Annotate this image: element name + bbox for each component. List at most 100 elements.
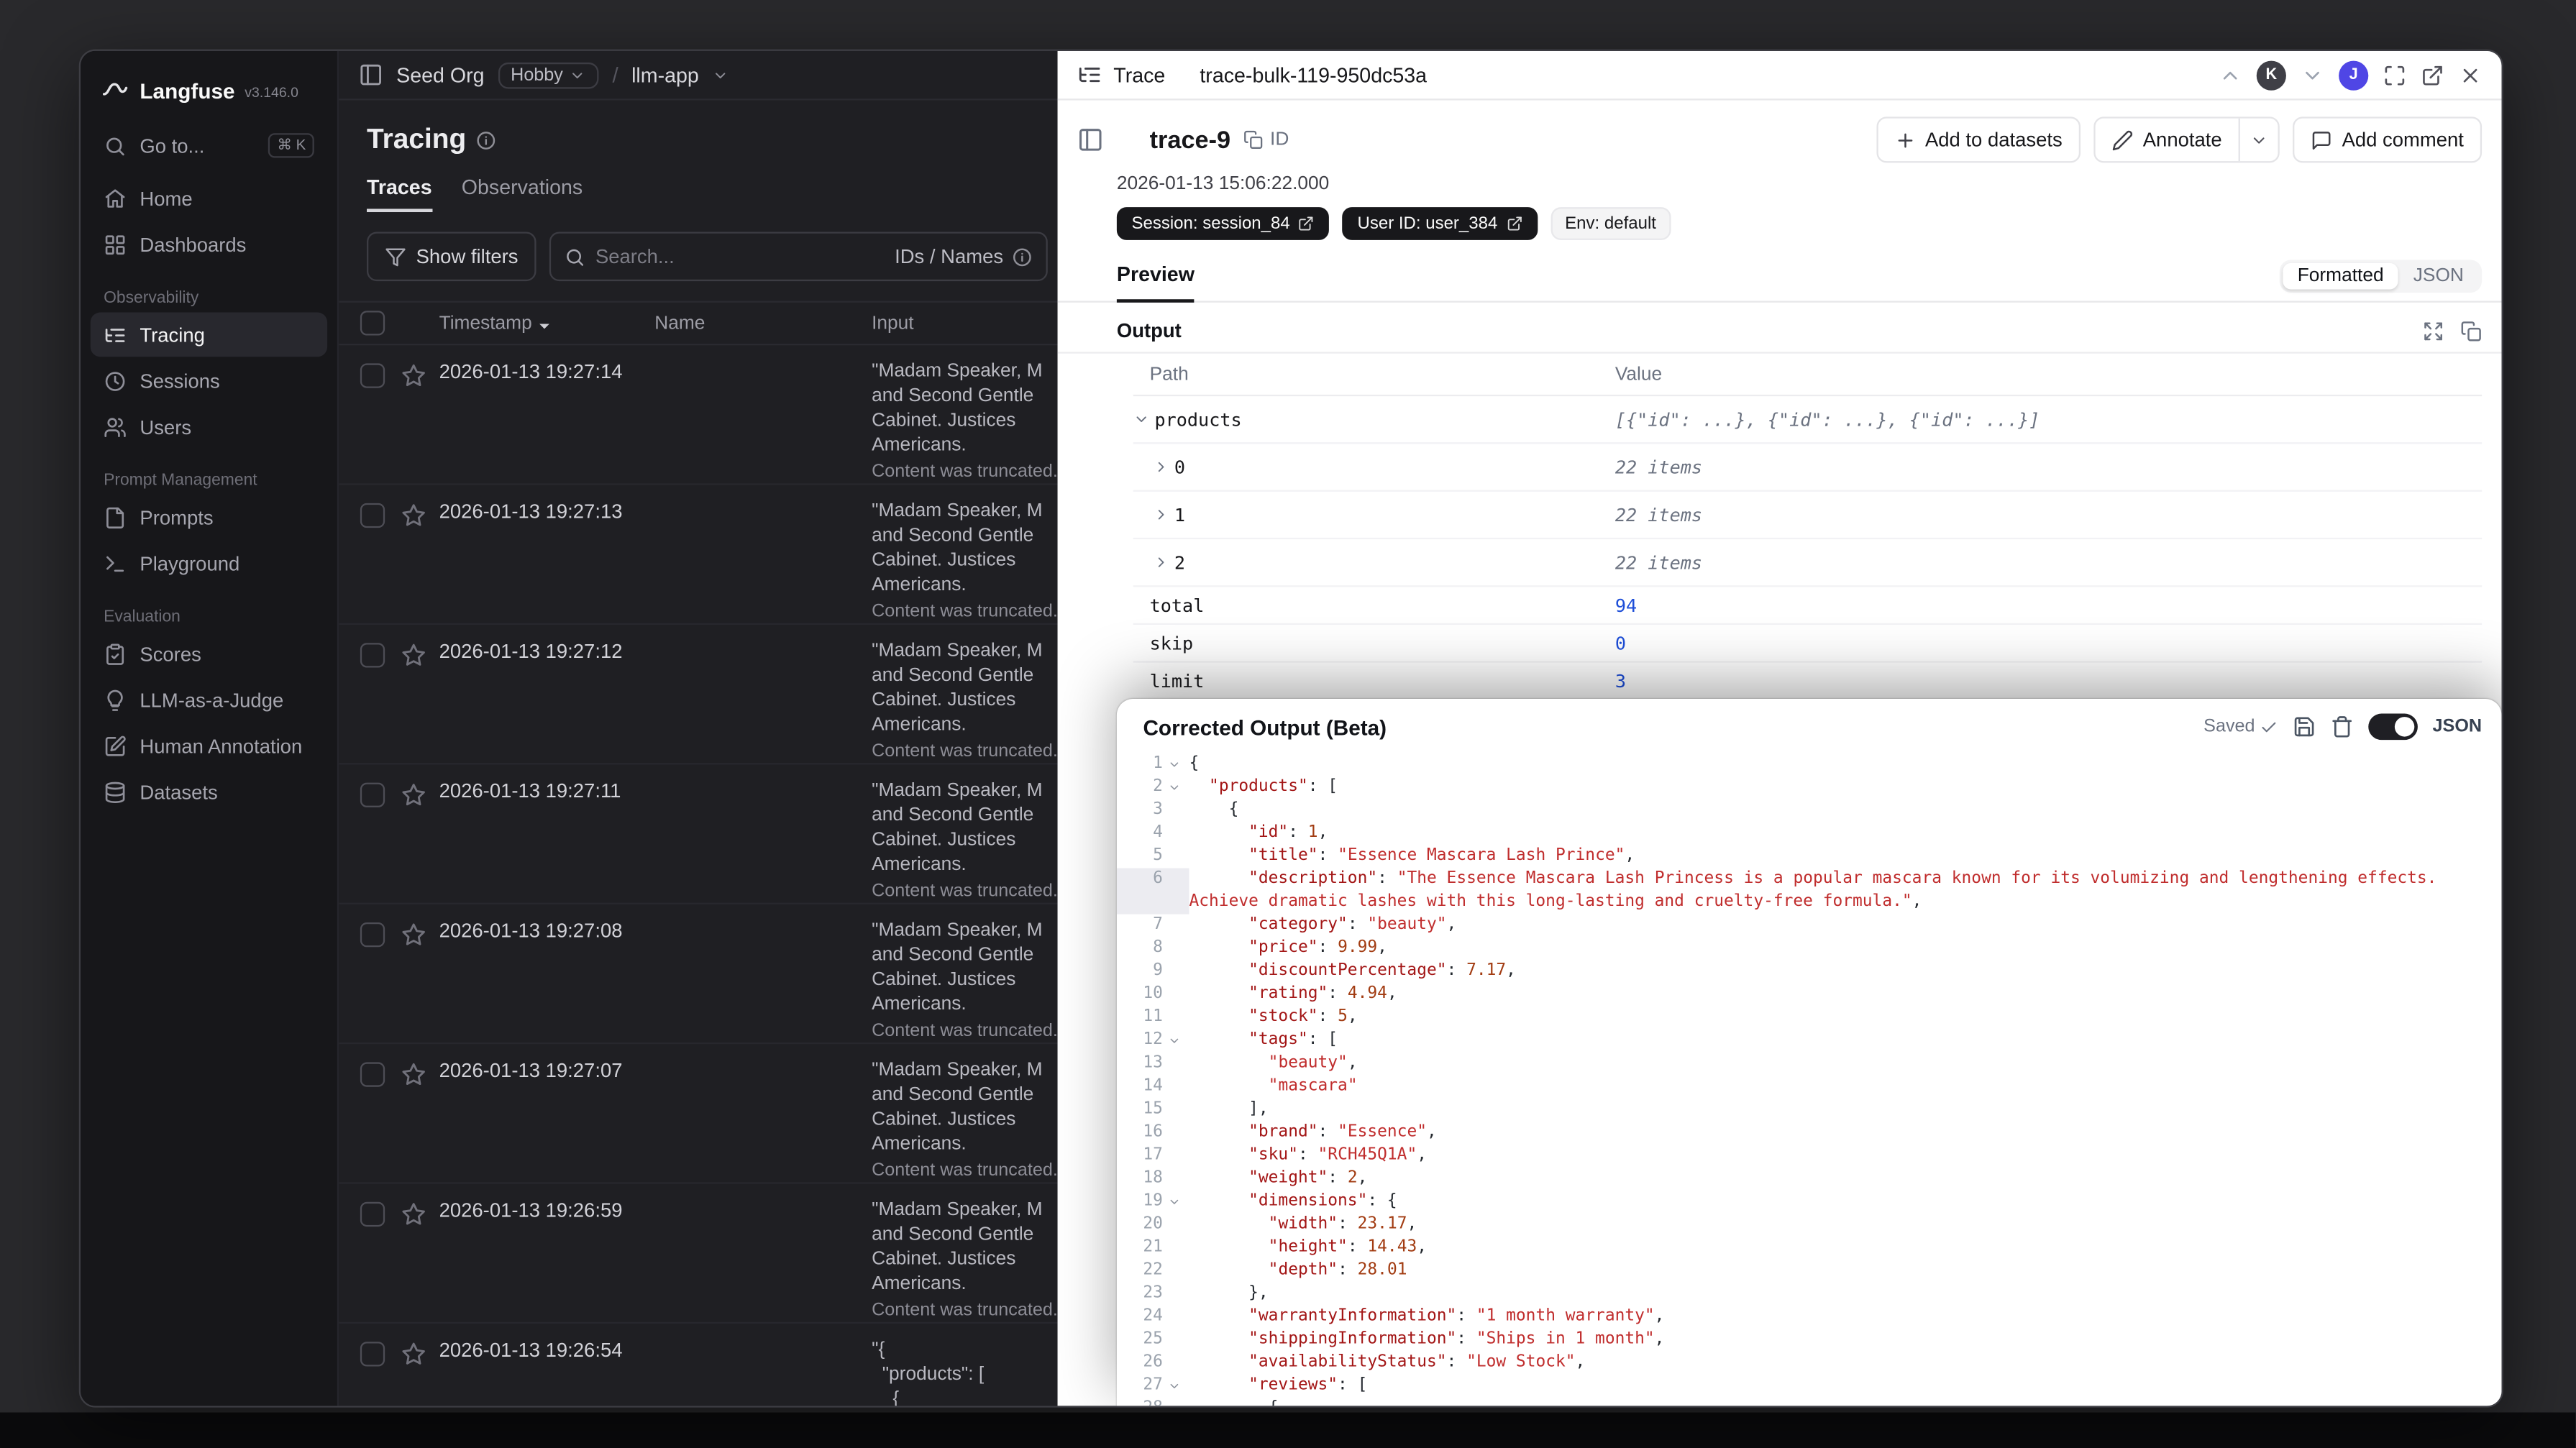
sidebar-item[interactable]: Sessions (91, 359, 327, 403)
trace-row[interactable]: 2026-01-13 19:27:12 "Madam Speaker, Mand… (339, 625, 1058, 765)
output-row[interactable]: limit 3 (1133, 663, 2483, 701)
row-checkbox[interactable] (360, 643, 385, 668)
code-text[interactable]: "id": 1, (1189, 822, 2502, 846)
sidebar-item[interactable]: LLM-as-a-Judge (91, 677, 327, 722)
fold-arrow-icon[interactable] (1163, 776, 1186, 799)
sidebar-item[interactable]: Prompts (91, 495, 327, 539)
code-text[interactable]: "stock": 5, (1189, 1007, 2502, 1030)
toggle-json[interactable]: JSON (2398, 263, 2478, 290)
code-text[interactable]: "beauty", (1189, 1053, 2502, 1076)
plan-badge[interactable]: Hobby (497, 61, 600, 88)
fold-arrow-icon[interactable] (1163, 753, 1186, 776)
code-text[interactable]: "warrantyInformation": "1 month warranty… (1189, 1306, 2502, 1329)
fold-arrow-icon[interactable] (1163, 1191, 1186, 1214)
prev-trace-chevron-up-icon[interactable] (2219, 63, 2242, 86)
chevron-right-icon[interactable] (1153, 506, 1169, 523)
star-icon[interactable] (401, 363, 426, 388)
chevron-down-icon[interactable] (1133, 411, 1150, 428)
project-name[interactable]: llm-app (631, 63, 699, 86)
search-input[interactable] (595, 244, 885, 268)
output-row[interactable]: 1 22 items (1133, 492, 2483, 540)
chevron-down-icon[interactable] (712, 67, 729, 83)
code-text[interactable]: "description": "The Essence Mascara Lash… (1189, 869, 2502, 915)
code-text[interactable]: }, (1189, 1283, 2502, 1306)
add-to-datasets-button[interactable]: Add to datasets (1876, 116, 2081, 163)
add-comment-button[interactable]: Add comment (2292, 116, 2483, 163)
star-icon[interactable] (401, 1342, 426, 1366)
code-text[interactable]: ], (1189, 1099, 2502, 1122)
code-text[interactable]: "tags": [ (1189, 1030, 2502, 1053)
meta-badge[interactable]: Env: default (1550, 207, 1671, 240)
sidebar-item[interactable]: Tracing (90, 312, 328, 357)
select-all-checkbox[interactable] (360, 311, 385, 336)
sidebar-item[interactable]: Users (91, 405, 327, 449)
star-icon[interactable] (401, 1202, 426, 1227)
maximize-icon[interactable] (2383, 63, 2406, 86)
close-icon[interactable] (2459, 63, 2482, 86)
info-icon[interactable] (476, 129, 498, 151)
expand-icon[interactable] (2423, 320, 2444, 342)
code-text[interactable]: "price": 9.99, (1189, 938, 2502, 961)
sidebar-toggle-icon[interactable] (359, 63, 383, 87)
json-toggle[interactable] (2368, 713, 2418, 741)
trace-row[interactable]: 2026-01-13 19:27:11 "Madam Speaker, Mand… (339, 764, 1058, 904)
code-text[interactable]: { (1189, 799, 2502, 822)
sidebar-item[interactable]: Datasets (91, 769, 327, 814)
code-text[interactable]: "width": 23.17, (1189, 1214, 2502, 1237)
code-text[interactable]: "mascara" (1189, 1076, 2502, 1099)
org-name[interactable]: Seed Org (396, 63, 484, 86)
fold-arrow-icon[interactable] (1163, 1375, 1186, 1398)
search-scope-select[interactable]: IDs / Names (895, 245, 1033, 268)
tab-observations[interactable]: Observations (462, 176, 583, 212)
row-checkbox[interactable] (360, 1062, 385, 1087)
row-checkbox[interactable] (360, 922, 385, 948)
row-checkbox[interactable] (360, 782, 385, 807)
next-trace-chevron-down-icon[interactable] (2301, 63, 2324, 86)
copy-icon[interactable] (2460, 320, 2482, 342)
meta-badge[interactable]: User ID: user_384 (1342, 207, 1538, 240)
annotate-dropdown-button[interactable] (2238, 118, 2278, 162)
trace-row[interactable]: 2026-01-13 19:26:54 "{ "products": [ { (339, 1324, 1057, 1406)
shortcut-k-badge[interactable]: K (2256, 60, 2286, 90)
chevron-right-icon[interactable] (1153, 554, 1169, 571)
code-text[interactable]: "shippingInformation": "Ships in 1 month… (1189, 1329, 2502, 1352)
meta-badge[interactable]: Session: session_84 (1116, 207, 1330, 240)
chevron-right-icon[interactable] (1153, 459, 1169, 475)
column-input[interactable]: Input (872, 313, 1057, 333)
code-text[interactable]: { (1189, 753, 2502, 776)
trash-icon[interactable] (2331, 715, 2354, 738)
sidebar-item[interactable]: Scores (91, 631, 327, 676)
output-row[interactable]: products [{"id": ...}, {"id": ...}, {"id… (1133, 396, 2483, 444)
star-icon[interactable] (401, 503, 426, 528)
code-text[interactable]: "category": "beauty", (1189, 915, 2502, 938)
output-row[interactable]: 2 22 items (1133, 539, 2483, 587)
output-row[interactable]: 0 22 items (1133, 444, 2483, 492)
code-text[interactable]: "availabilityStatus": "Low Stock", (1189, 1352, 2502, 1375)
column-timestamp[interactable]: Timestamp (439, 313, 655, 333)
toggle-formatted[interactable]: Formatted (2283, 262, 2399, 290)
code-text[interactable]: "dimensions": { (1189, 1191, 2502, 1214)
code-text[interactable]: "height": 14.43, (1189, 1237, 2502, 1260)
code-text[interactable]: "depth": 28.01 (1189, 1260, 2502, 1283)
output-row[interactable]: skip 0 (1133, 625, 2483, 663)
sidebar-item[interactable]: Home (91, 176, 327, 221)
star-icon[interactable] (401, 922, 426, 947)
row-checkbox[interactable] (360, 503, 385, 528)
code-text[interactable]: "rating": 4.94, (1189, 984, 2502, 1007)
trace-row[interactable]: 2026-01-13 19:27:08 "Madam Speaker, Mand… (339, 904, 1058, 1045)
row-checkbox[interactable] (360, 363, 385, 388)
column-name[interactable]: Name (654, 313, 872, 333)
save-icon[interactable] (2293, 715, 2316, 738)
shortcut-j-badge[interactable]: J (2339, 60, 2369, 90)
tab-preview[interactable]: Preview (1116, 263, 1195, 303)
trace-row[interactable]: 2026-01-13 19:27:14 "Madam Speaker, Mand… (339, 345, 1058, 485)
code-text[interactable]: "products": [ (1189, 776, 2502, 799)
json-editor[interactable]: 1 { 2 "products": [3 {4 "id": 1, 5 "ti… (1116, 748, 2502, 1406)
output-row[interactable]: total 94 (1133, 587, 2483, 626)
timeline-toggle-icon[interactable] (1077, 127, 1104, 153)
trace-row[interactable]: 2026-01-13 19:27:07 "Madam Speaker, Mand… (339, 1044, 1058, 1184)
row-checkbox[interactable] (360, 1342, 385, 1367)
copy-id[interactable]: ID (1243, 130, 1289, 150)
sidebar-item[interactable]: Dashboards (91, 222, 327, 267)
show-filters-button[interactable]: Show filters (367, 232, 536, 282)
